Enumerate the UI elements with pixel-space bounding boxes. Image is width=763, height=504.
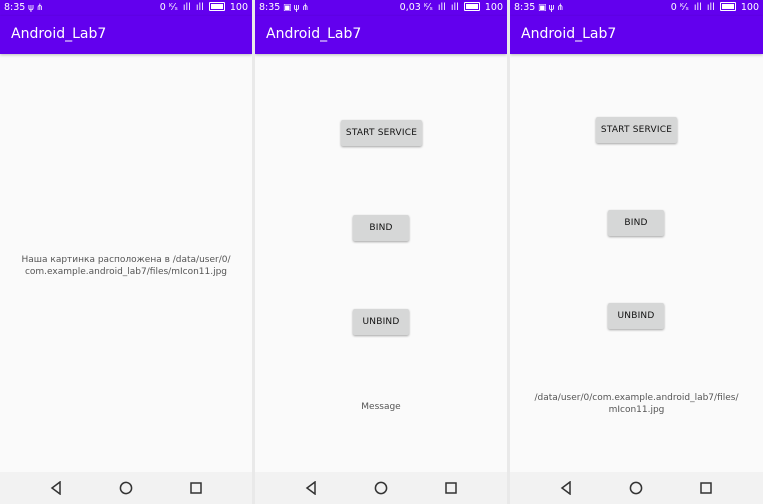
- usb-icon: ψ: [28, 3, 36, 13]
- app-title: Android_Lab7: [11, 26, 107, 42]
- data-rate: 0 ᴷ⁄ₛ: [159, 2, 178, 13]
- status-time: 8:35: [259, 2, 281, 13]
- signal-icon-2: ıll: [195, 2, 204, 13]
- start-service-button[interactable]: START SERVICE: [596, 117, 677, 143]
- status-bar: 8:35 ▣ψ⋔ 0,03 ᴷ⁄ₛ ıll ıll 100: [255, 0, 507, 16]
- share-icon: ⋔: [556, 3, 566, 13]
- battery-level: 100: [229, 2, 248, 13]
- path-message: /data/user/0/com.example.android_lab7/fi…: [534, 393, 739, 415]
- signal-icon: ıll: [693, 2, 702, 13]
- status-bar: 8:35 ψ⋔ 0 ᴷ⁄ₛ ıll ıll 100: [0, 0, 252, 16]
- image-icon: ▣: [283, 3, 294, 13]
- battery-level: 100: [740, 2, 759, 13]
- app-bar: Android_Lab7: [510, 16, 763, 54]
- app-bar: Android_Lab7: [255, 16, 507, 54]
- bind-button[interactable]: BIND: [608, 210, 664, 236]
- phone-screen-3: 8:35 ▣ψ⋔ 0 ᴷ⁄ₛ ıll ıll 100 Android_Lab7 …: [510, 0, 763, 504]
- home-icon[interactable]: [629, 481, 643, 495]
- back-icon[interactable]: [50, 481, 62, 495]
- signal-icon-2: ıll: [450, 2, 459, 13]
- navigation-bar: [510, 472, 763, 504]
- app-bar: Android_Lab7: [0, 16, 252, 54]
- app-title: Android_Lab7: [521, 26, 617, 42]
- signal-icon: ıll: [182, 2, 191, 13]
- service-message: Message: [361, 402, 401, 412]
- battery-icon: [208, 2, 225, 11]
- app-title: Android_Lab7: [266, 26, 362, 42]
- signal-icon: ıll: [437, 2, 446, 13]
- navigation-bar: [255, 472, 507, 504]
- phone-screen-2: 8:35 ▣ψ⋔ 0,03 ᴷ⁄ₛ ıll ıll 100 Android_La…: [255, 0, 507, 504]
- start-service-button[interactable]: START SERVICE: [341, 120, 422, 146]
- status-time: 8:35: [514, 2, 536, 13]
- home-icon[interactable]: [119, 481, 133, 495]
- data-rate: 0,03 ᴷ⁄ₛ: [399, 2, 433, 13]
- image-icon: ▣: [538, 3, 549, 13]
- data-rate: 0 ᴷ⁄ₛ: [670, 2, 689, 13]
- recents-icon[interactable]: [445, 481, 457, 495]
- navigation-bar: [0, 472, 252, 504]
- share-icon: ⋔: [35, 3, 46, 13]
- battery-level: 100: [484, 2, 503, 13]
- recents-icon[interactable]: [700, 481, 712, 495]
- phone-screen-1: 8:35 ψ⋔ 0 ᴷ⁄ₛ ıll ıll 100 Android_Lab7 Н…: [0, 0, 252, 504]
- back-icon[interactable]: [305, 481, 317, 495]
- back-icon[interactable]: [560, 481, 572, 495]
- bind-button[interactable]: BIND: [353, 215, 409, 241]
- path-message: Наша картинка расположена в /data/user/0…: [21, 255, 231, 277]
- status-bar: 8:35 ▣ψ⋔ 0 ᴷ⁄ₛ ıll ıll 100: [510, 0, 763, 16]
- signal-icon-2: ıll: [706, 2, 715, 13]
- unbind-button[interactable]: UNBIND: [608, 303, 664, 329]
- recents-icon[interactable]: [190, 481, 202, 495]
- status-time: 8:35: [4, 2, 26, 13]
- home-icon[interactable]: [374, 481, 388, 495]
- battery-icon: [463, 2, 480, 11]
- share-icon: ⋔: [301, 3, 311, 13]
- unbind-button[interactable]: UNBIND: [353, 309, 409, 335]
- battery-icon: [719, 2, 736, 11]
